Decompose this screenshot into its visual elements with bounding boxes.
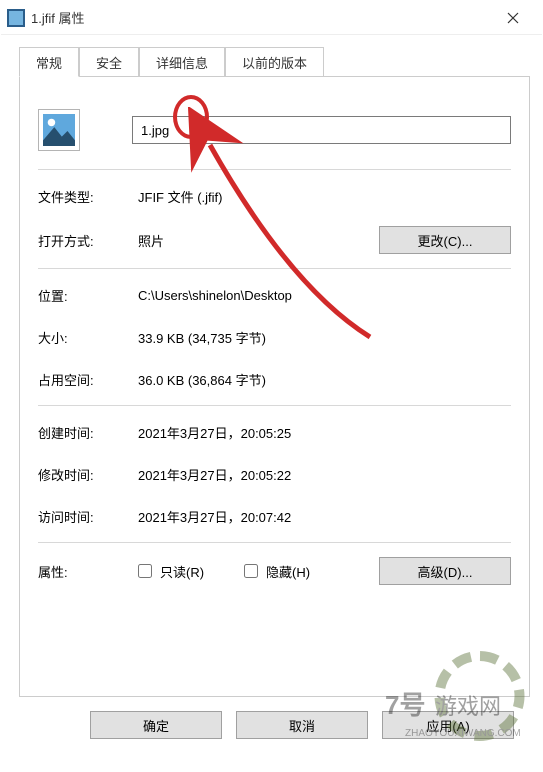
filename-input[interactable] <box>132 116 511 144</box>
close-icon <box>507 12 519 24</box>
dialog-footer: 确定 取消 应用(A) <box>19 697 530 757</box>
general-panel: 文件类型: JFIF 文件 (.jfif) 打开方式: 照片 更改(C)... … <box>19 77 530 697</box>
location-value: C:\Users\shinelon\Desktop <box>138 288 511 303</box>
separator <box>38 405 511 406</box>
modified-label: 修改时间: <box>38 465 138 484</box>
accessed-row: 访问时间: 2021年3月27日，20:07:42 <box>38 504 511 528</box>
tab-general[interactable]: 常规 <box>19 47 79 77</box>
tab-security[interactable]: 安全 <box>79 47 139 76</box>
ok-button[interactable]: 确定 <box>90 711 222 739</box>
filetype-label: 文件类型: <box>38 187 138 206</box>
change-button[interactable]: 更改(C)... <box>379 226 511 254</box>
sizeondisk-label: 占用空间: <box>38 370 138 389</box>
modified-value: 2021年3月27日，20:05:22 <box>138 465 511 484</box>
file-thumbnail-icon <box>38 109 80 151</box>
separator <box>38 542 511 543</box>
location-label: 位置: <box>38 286 138 305</box>
filetype-row: 文件类型: JFIF 文件 (.jfif) <box>38 184 511 208</box>
properties-window: 1.jfif 属性 常规 安全 详细信息 以前的版本 文件类型: JFIF 文件… <box>0 0 543 772</box>
filetype-value: JFIF 文件 (.jfif) <box>138 187 511 206</box>
accessed-label: 访问时间: <box>38 507 138 526</box>
size-value: 33.9 KB (34,735 字节) <box>138 328 511 347</box>
file-icon <box>7 9 25 27</box>
modified-row: 修改时间: 2021年3月27日，20:05:22 <box>38 462 511 486</box>
hidden-checkbox[interactable] <box>244 564 258 578</box>
separator <box>38 268 511 269</box>
cancel-button[interactable]: 取消 <box>236 711 368 739</box>
size-row: 大小: 33.9 KB (34,735 字节) <box>38 325 511 349</box>
attributes-label: 属性: <box>38 562 138 581</box>
readonly-label: 只读(R) <box>160 562 204 581</box>
accessed-value: 2021年3月27日，20:07:42 <box>138 507 511 526</box>
created-label: 创建时间: <box>38 423 138 442</box>
tab-strip: 常规 安全 详细信息 以前的版本 <box>19 49 530 77</box>
window-title: 1.jfif 属性 <box>31 8 490 27</box>
hidden-label: 隐藏(H) <box>266 562 310 581</box>
location-row: 位置: C:\Users\shinelon\Desktop <box>38 283 511 307</box>
created-row: 创建时间: 2021年3月27日，20:05:25 <box>38 420 511 444</box>
attributes-row: 属性: 只读(R) 隐藏(H) 高级(D)... <box>38 557 511 585</box>
sizeondisk-row: 占用空间: 36.0 KB (36,864 字节) <box>38 367 511 391</box>
openswith-label: 打开方式: <box>38 231 138 250</box>
separator <box>38 169 511 170</box>
filename-row <box>38 109 511 151</box>
size-label: 大小: <box>38 328 138 347</box>
openswith-row: 打开方式: 照片 更改(C)... <box>38 226 511 254</box>
openswith-value: 照片 <box>138 231 325 250</box>
readonly-checkbox[interactable] <box>138 564 152 578</box>
tab-previous-versions[interactable]: 以前的版本 <box>225 47 324 76</box>
titlebar: 1.jfif 属性 <box>1 1 542 35</box>
sizeondisk-value: 36.0 KB (36,864 字节) <box>138 370 511 389</box>
close-button[interactable] <box>490 1 536 35</box>
apply-button[interactable]: 应用(A) <box>382 711 514 739</box>
hidden-checkbox-wrap[interactable]: 隐藏(H) <box>244 562 310 581</box>
tab-details[interactable]: 详细信息 <box>139 47 225 76</box>
created-value: 2021年3月27日，20:05:25 <box>138 423 511 442</box>
dialog-body: 常规 安全 详细信息 以前的版本 文件类型: JFIF 文件 (.jfif) 打… <box>1 35 542 771</box>
readonly-checkbox-wrap[interactable]: 只读(R) <box>138 562 204 581</box>
advanced-button[interactable]: 高级(D)... <box>379 557 511 585</box>
